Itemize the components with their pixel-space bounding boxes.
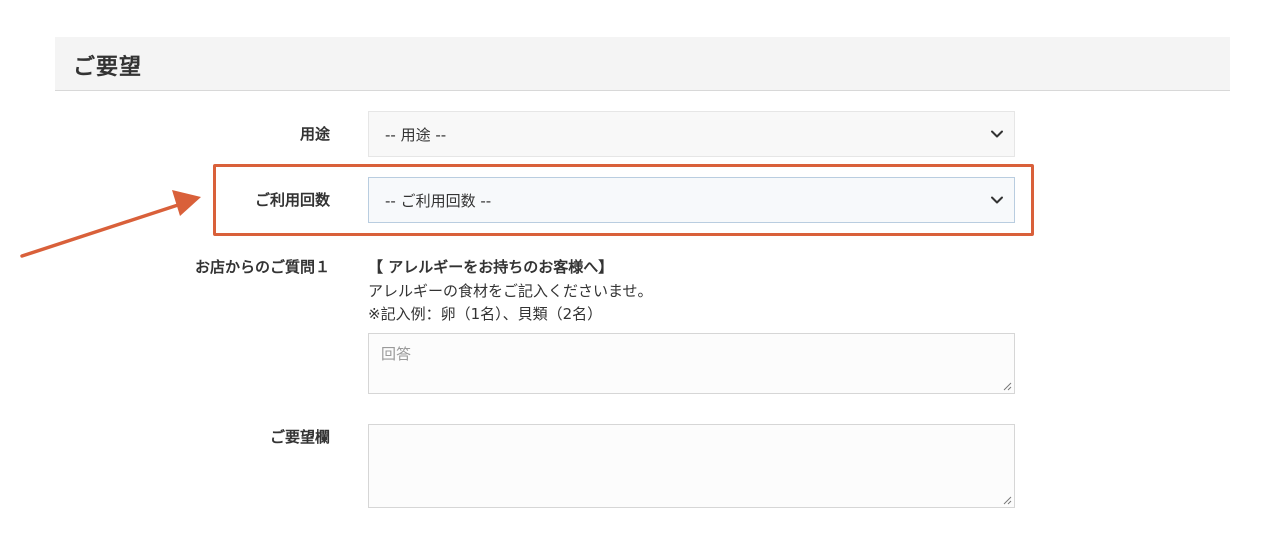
question1-heading: 【 アレルギーをお持ちのお客様へ】 — [368, 258, 614, 276]
resize-grip-icon[interactable] — [1002, 381, 1012, 391]
resize-grip-icon[interactable] — [1002, 495, 1012, 505]
question1-line1: アレルギーの食材をご記入くださいませ。 — [368, 282, 653, 300]
question1-line2: ※記入例：卵（1名）、貝類（2名） — [368, 305, 603, 323]
chevron-down-icon — [991, 196, 1003, 204]
arrow-icon — [20, 190, 201, 258]
request-label: ご要望欄 — [269, 428, 330, 446]
question1-answer-textarea[interactable]: 回答 — [368, 333, 1015, 394]
visit-count-label: ご利用回数 — [254, 191, 330, 209]
visit-count-select-value: -- ご利用回数 -- — [385, 192, 492, 210]
chevron-down-icon — [991, 130, 1003, 138]
request-textarea[interactable] — [368, 424, 1015, 508]
purpose-select-value: -- 用途 -- — [385, 126, 447, 144]
question1-answer-placeholder: 回答 — [381, 345, 412, 363]
question1-label: お店からのご質問１ — [194, 258, 330, 276]
purpose-label: 用途 — [299, 125, 330, 143]
purpose-select[interactable]: -- 用途 -- — [368, 111, 1015, 157]
form-page: ご要望 用途 -- 用途 -- ご利用回数 -- ご利用回数 -- お店からのご… — [0, 0, 1284, 537]
visit-count-select[interactable]: -- ご利用回数 -- — [368, 177, 1015, 223]
